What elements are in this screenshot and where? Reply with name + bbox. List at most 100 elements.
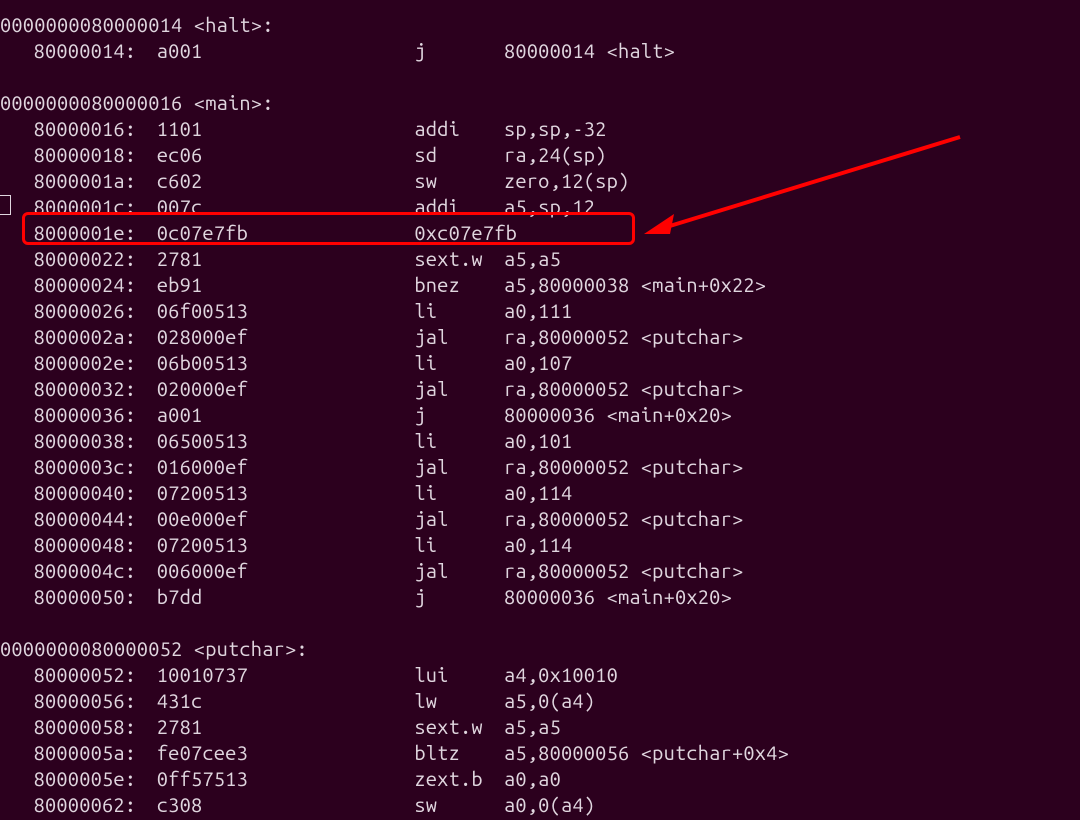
disasm-row: 8000001a:c602swzero,12(sp) [0, 168, 1080, 194]
instr-mnemonic: lui [414, 662, 504, 688]
disasm-row: 80000026:06f00513lia0,111 [0, 298, 1080, 324]
instr-mnemonic: li [414, 350, 504, 376]
instr-args: ra,80000052 <putchar> [504, 559, 743, 582]
instr-args: a0,a0 [504, 767, 561, 790]
instr-mnemonic: jal [414, 324, 504, 350]
instr-mnemonic: j [414, 402, 504, 428]
label-name: <main>: [182, 91, 273, 114]
instr-mnemonic: j [414, 38, 504, 64]
instr-address: 8000003c: [34, 454, 157, 480]
instr-mnemonic: 0xc07e7fb [414, 220, 504, 246]
indent [0, 454, 34, 480]
instr-address: 80000026: [34, 298, 157, 324]
instr-bytes: 028000ef [157, 324, 415, 350]
instr-bytes: 2781 [157, 246, 415, 272]
instr-args: a0,101 [504, 429, 572, 452]
indent [0, 792, 34, 818]
instr-address: 8000004c: [34, 558, 157, 584]
instr-args: sp,sp,-32 [504, 117, 607, 140]
indent [0, 532, 34, 558]
instr-bytes: 2781 [157, 714, 415, 740]
disasm-row: 80000058:2781sext.wa5,a5 [0, 714, 1080, 740]
instr-args: a0,107 [504, 351, 572, 374]
instr-address: 8000001c: [34, 194, 157, 220]
instr-bytes: 00e000ef [157, 506, 415, 532]
instr-address: 80000048: [34, 532, 157, 558]
instr-args: a5,sp,12 [504, 195, 595, 218]
indent [0, 688, 34, 714]
indent [0, 480, 34, 506]
instr-mnemonic: jal [414, 376, 504, 402]
disasm-row: 8000002e:06b00513lia0,107 [0, 350, 1080, 376]
instr-mnemonic: li [414, 532, 504, 558]
disasm-row: 80000048:07200513lia0,114 [0, 532, 1080, 558]
indent [0, 506, 34, 532]
instr-mnemonic: jal [414, 454, 504, 480]
instr-mnemonic: j [414, 584, 504, 610]
instr-bytes: b7dd [157, 584, 415, 610]
disasm-row: 80000056:431clwa5,0(a4) [0, 688, 1080, 714]
disasm-row: 80000052:10010737luia4,0x10010 [0, 662, 1080, 688]
disasm-row: 80000024:eb91bneza5,80000038 <main+0x22> [0, 272, 1080, 298]
instr-mnemonic: jal [414, 506, 504, 532]
instr-bytes: 07200513 [157, 480, 415, 506]
instr-mnemonic: bnez [414, 272, 504, 298]
indent [0, 246, 34, 272]
indent [0, 714, 34, 740]
indent [0, 376, 34, 402]
instr-mnemonic: sd [414, 142, 504, 168]
disasm-row: 8000003c:016000efjalra,80000052 <putchar… [0, 454, 1080, 480]
instr-bytes: 10010737 [157, 662, 415, 688]
instr-mnemonic: li [414, 480, 504, 506]
disasm-row: 80000032:020000efjalra,80000052 <putchar… [0, 376, 1080, 402]
indent [0, 350, 34, 376]
instr-address: 80000044: [34, 506, 157, 532]
instr-mnemonic: jal [414, 558, 504, 584]
instr-mnemonic: addi [414, 116, 504, 142]
text-cursor-box [0, 195, 11, 215]
indent [0, 116, 34, 142]
instr-bytes: a001 [157, 38, 415, 64]
instr-args: ra,24(sp) [504, 143, 607, 166]
instr-address: 80000022: [34, 246, 157, 272]
instr-bytes: fe07cee3 [157, 740, 415, 766]
disasm-row: 8000005a:fe07cee3bltza5,80000056 <putcha… [0, 740, 1080, 766]
instr-bytes: c308 [157, 792, 415, 818]
instr-address: 80000014: [34, 38, 157, 64]
disasm-row: 80000038:06500513lia0,101 [0, 428, 1080, 454]
instr-args: a0,0(a4) [504, 793, 595, 816]
instr-address: 80000024: [34, 272, 157, 298]
instr-bytes: 06b00513 [157, 350, 415, 376]
instr-mnemonic: sw [414, 168, 504, 194]
instr-mnemonic: addi [414, 194, 504, 220]
instr-args: 80000014 <halt> [504, 39, 675, 62]
instr-bytes: 007c [157, 194, 415, 220]
instr-bytes: 06500513 [157, 428, 415, 454]
indent [0, 142, 34, 168]
disasm-row: 80000040:07200513lia0,114 [0, 480, 1080, 506]
blank-line [0, 610, 1080, 636]
instr-args: ra,80000052 <putchar> [504, 325, 743, 348]
instr-bytes: 016000ef [157, 454, 415, 480]
instr-address: 80000056: [34, 688, 157, 714]
instr-address: 80000036: [34, 402, 157, 428]
disasm-row: 8000005e:0ff57513zext.ba0,a0 [0, 766, 1080, 792]
disasm-row: 80000036:a001j80000036 <main+0x20> [0, 402, 1080, 428]
instr-bytes: a001 [157, 402, 415, 428]
instr-bytes: 0ff57513 [157, 766, 415, 792]
instr-bytes: eb91 [157, 272, 415, 298]
instr-address: 8000001e: [34, 220, 157, 246]
instr-mnemonic: lw [414, 688, 504, 714]
indent [0, 272, 34, 298]
section-label: 0000000080000016 <main>: [0, 90, 1080, 116]
indent [0, 584, 34, 610]
indent [0, 168, 34, 194]
instr-address: 80000052: [34, 662, 157, 688]
instr-args: ra,80000052 <putchar> [504, 507, 743, 530]
disasm-row: 80000016:1101addisp,sp,-32 [0, 116, 1080, 142]
instr-args: a5,80000038 <main+0x22> [504, 273, 766, 296]
instr-address: 8000002a: [34, 324, 157, 350]
instr-mnemonic: li [414, 428, 504, 454]
indent [0, 766, 34, 792]
instr-args: a0,114 [504, 533, 572, 556]
